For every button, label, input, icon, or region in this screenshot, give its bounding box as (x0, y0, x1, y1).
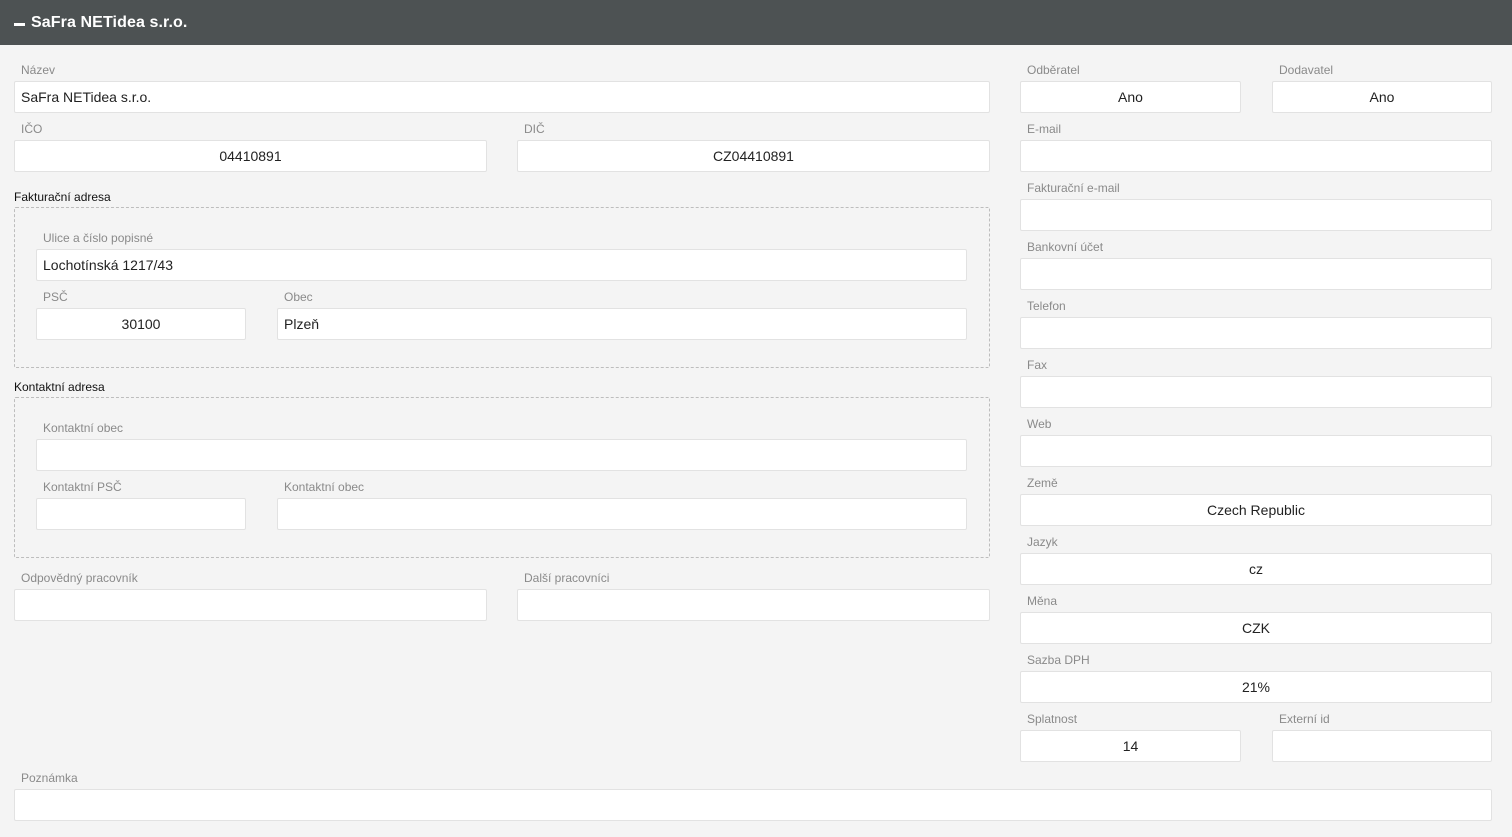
fakturacni-adresa-group (14, 207, 990, 368)
email-label: E-mail (1027, 122, 1062, 136)
bankovni-ucet-field[interactable] (1020, 258, 1492, 290)
fakturacni-email-field[interactable] (1020, 199, 1492, 231)
jazyk-label: Jazyk (1027, 535, 1058, 549)
ico-label: IČO (21, 122, 43, 136)
obec-field[interactable]: Plzeň (277, 308, 967, 340)
odberatel-label: Odběratel (1027, 63, 1080, 77)
dalsi-pracovnici-label: Další pracovníci (524, 571, 610, 585)
fax-field[interactable] (1020, 376, 1492, 408)
bankovni-ucet-label: Bankovní účet (1027, 240, 1104, 254)
zeme-label: Země (1027, 476, 1058, 490)
odpovedny-pracovnik-label: Odpovědný pracovník (21, 571, 138, 585)
mena-select[interactable]: CZK (1020, 612, 1492, 644)
telefon-label: Telefon (1027, 299, 1066, 313)
fakturacni-adresa-title: Fakturační adresa (14, 190, 111, 204)
fax-label: Fax (1027, 358, 1048, 372)
ico-field[interactable]: 04410891 (14, 140, 487, 172)
panel-header[interactable]: SaFra NETidea s.r.o. (0, 0, 1512, 45)
dic-field[interactable]: CZ04410891 (517, 140, 990, 172)
externi-id-label: Externí id (1279, 712, 1330, 726)
panel-title: SaFra NETidea s.r.o. (31, 13, 188, 31)
splatnost-label: Splatnost (1027, 712, 1078, 726)
poznamka-field[interactable] (14, 789, 1492, 821)
kontaktni-adresa-group (14, 397, 990, 558)
obec-label: Obec (284, 290, 313, 304)
nazev-field[interactable]: SaFra NETidea s.r.o. (14, 81, 990, 113)
odberatel-select[interactable]: Ano (1020, 81, 1241, 113)
kontaktni-obec-field[interactable] (277, 498, 967, 530)
externi-id-field[interactable] (1272, 730, 1492, 762)
nazev-label: Název (21, 63, 56, 77)
ulice-label: Ulice a číslo popisné (43, 231, 154, 245)
ulice-field[interactable]: Lochotínská 1217/43 (36, 249, 967, 281)
kontaktni-obec-label: Kontaktní obec (284, 480, 365, 494)
jazyk-select[interactable]: cz (1020, 553, 1492, 585)
telefon-field[interactable] (1020, 317, 1492, 349)
psc-field[interactable]: 30100 (36, 308, 246, 340)
dodavatel-select[interactable]: Ano (1272, 81, 1492, 113)
web-label: Web (1027, 417, 1052, 431)
zeme-select[interactable]: Czech Republic (1020, 494, 1492, 526)
email-field[interactable] (1020, 140, 1492, 172)
sazba-dph-label: Sazba DPH (1027, 653, 1090, 667)
kontaktni-psc-field[interactable] (36, 498, 246, 530)
mena-label: Měna (1027, 594, 1058, 608)
dodavatel-label: Dodavatel (1279, 63, 1334, 77)
kontaktni-obec-top-field[interactable] (36, 439, 967, 471)
sazba-dph-select[interactable]: 21% (1020, 671, 1492, 703)
kontaktni-adresa-title: Kontaktní adresa (14, 380, 105, 394)
odpovedny-pracovnik-field[interactable] (14, 589, 487, 621)
splatnost-field[interactable]: 14 (1020, 730, 1241, 762)
psc-label: PSČ (43, 290, 68, 304)
poznamka-label: Poznámka (21, 771, 78, 785)
dalsi-pracovnici-field[interactable] (517, 589, 990, 621)
kontaktni-obec-top-label: Kontaktní obec (43, 421, 124, 435)
dic-label: DIČ (524, 122, 545, 136)
minus-icon[interactable] (14, 22, 25, 26)
fakturacni-email-label: Fakturační e-mail (1027, 181, 1120, 195)
kontaktni-psc-label: Kontaktní PSČ (43, 480, 122, 494)
web-field[interactable] (1020, 435, 1492, 467)
